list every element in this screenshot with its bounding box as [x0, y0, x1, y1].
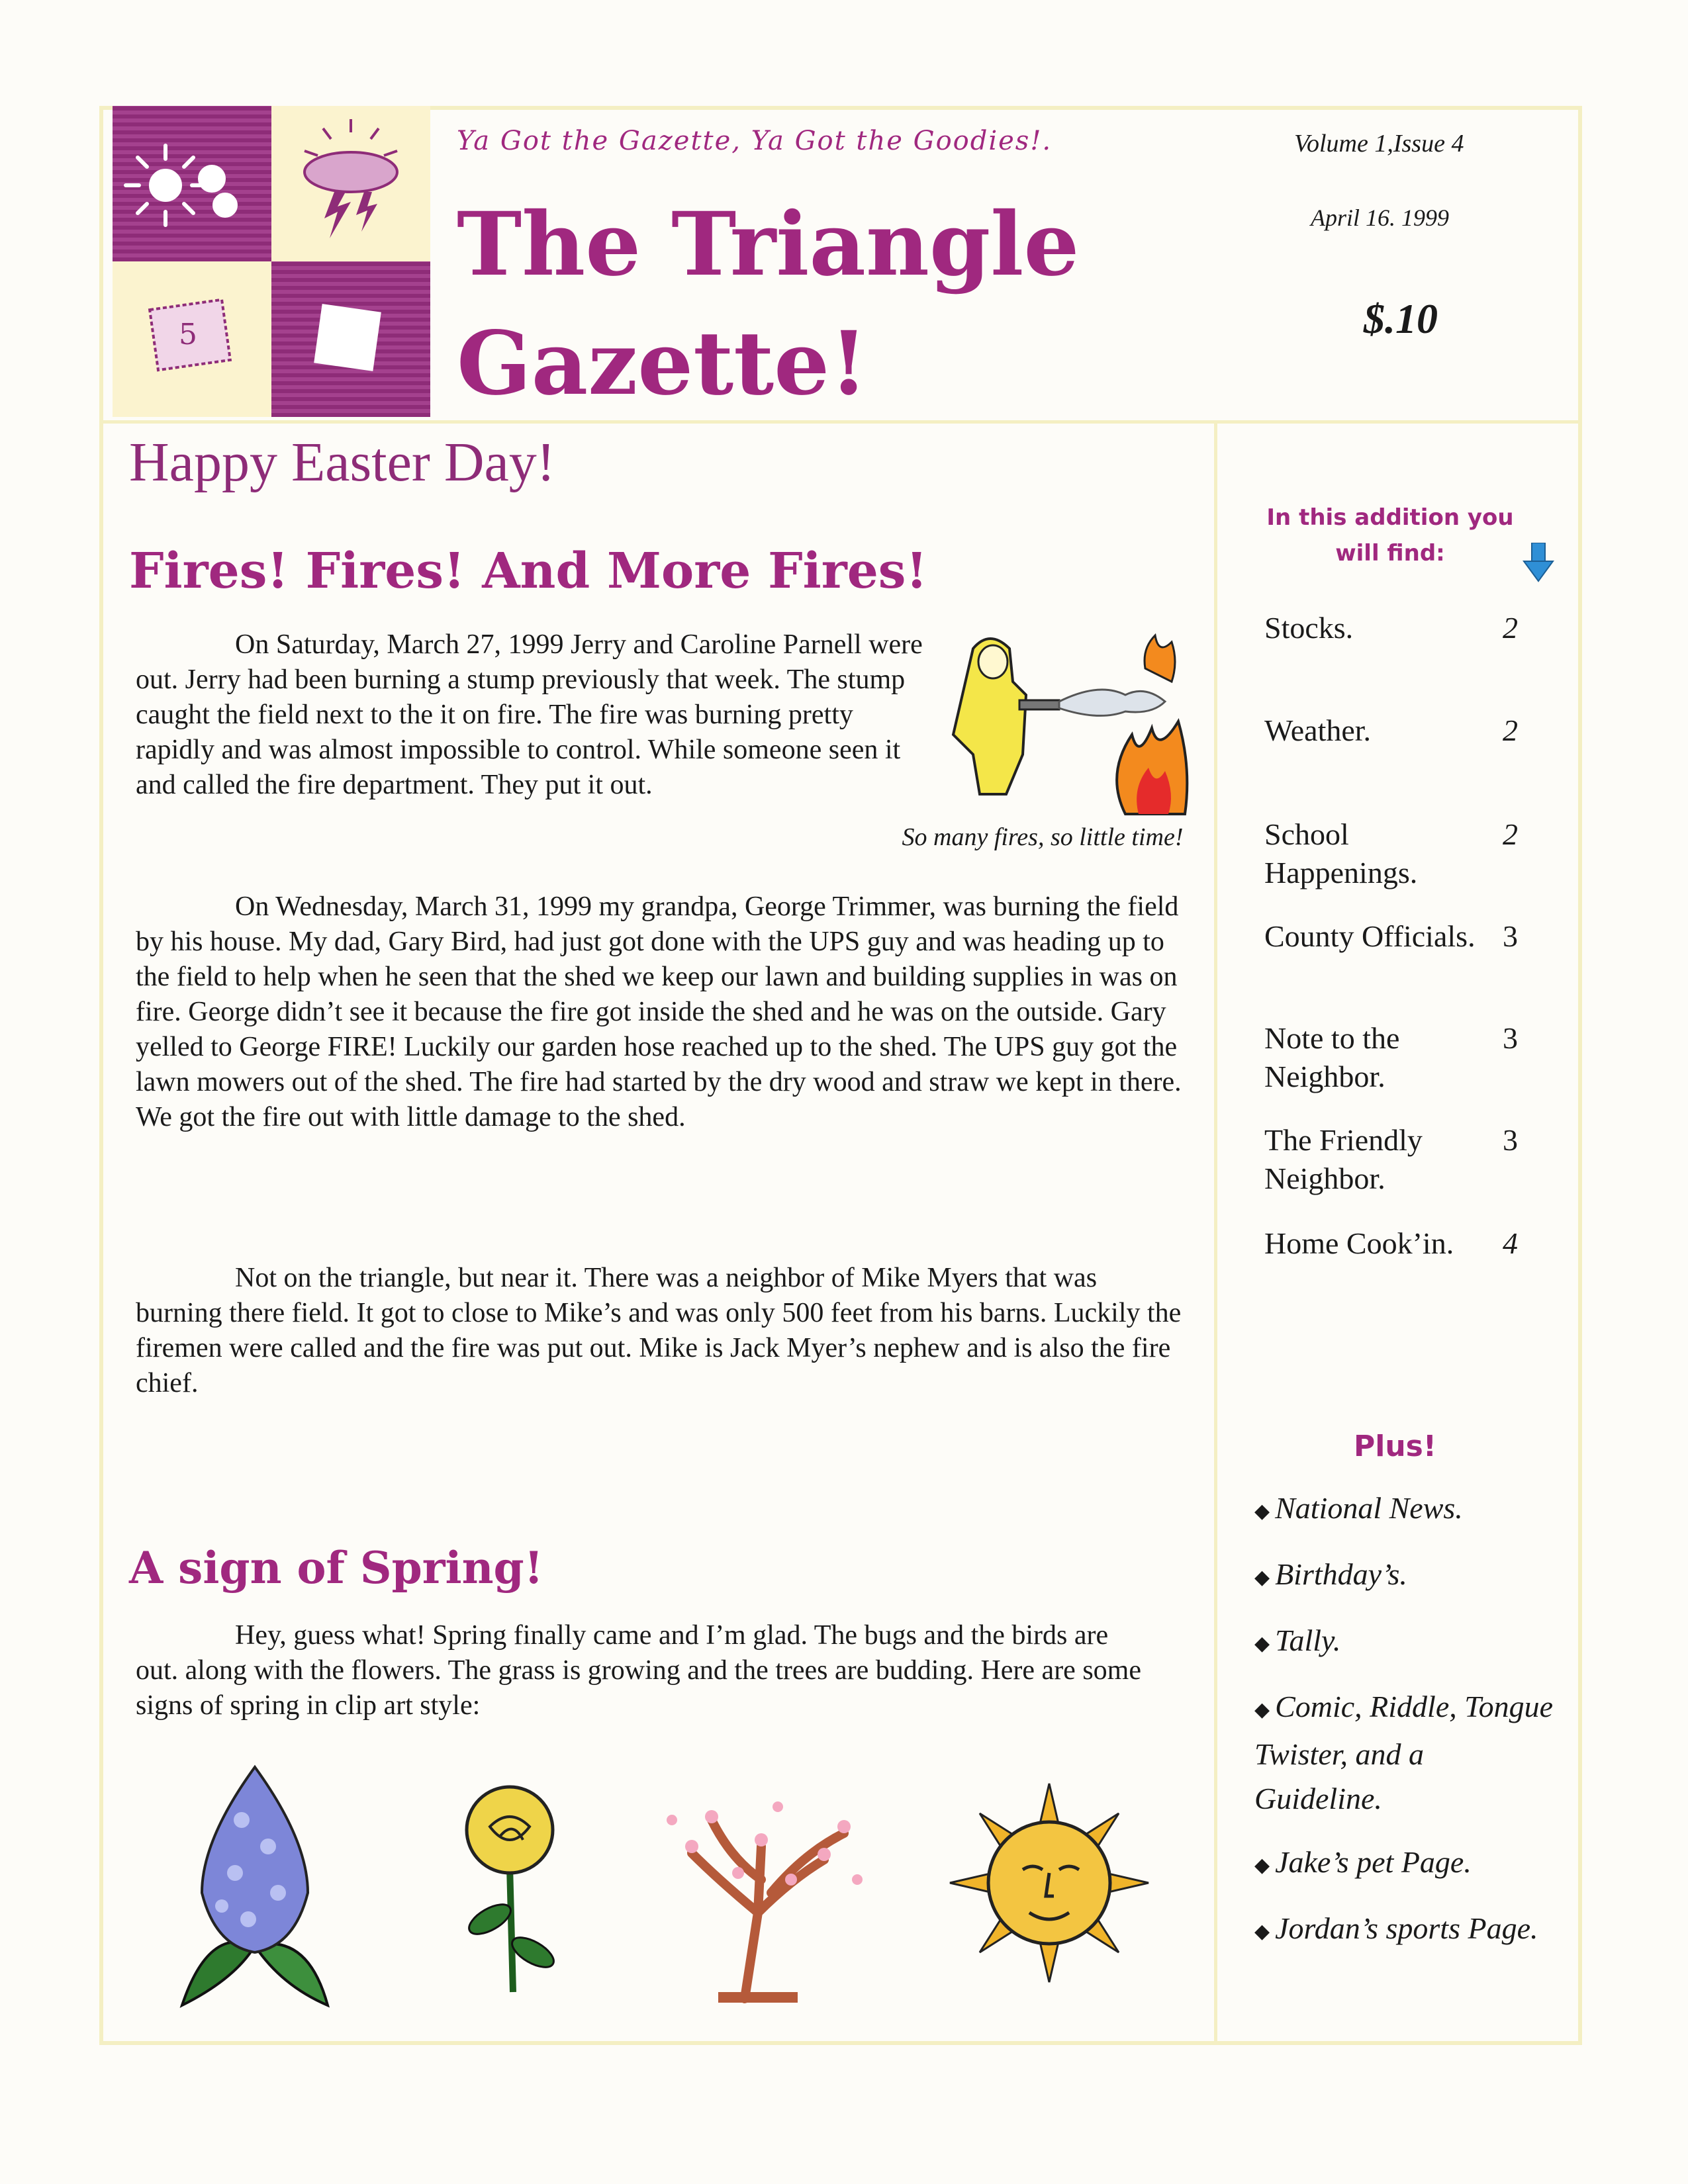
diamond-bullet-icon: ◆ [1254, 1500, 1270, 1522]
toc-item-label[interactable]: County Officials. [1264, 917, 1489, 956]
toc-item-page: 3 [1503, 1021, 1518, 1055]
blossom-tree-clip-art [667, 1801, 863, 2003]
logo-tile [271, 106, 430, 261]
contents-title: In this addition you will find: [1266, 504, 1514, 567]
article-headline: A sign of Spring! [129, 1542, 543, 1594]
article-headline: Fires! Fires! And More Fires! [129, 543, 927, 600]
plus-item: ◆ Jordan’s sports Page. [1254, 1906, 1559, 1954]
firefighter-hose-clip-art [951, 633, 1189, 815]
logo-square-mark [314, 304, 381, 371]
easter-greeting: Happy Easter Day! [129, 432, 555, 493]
plus-item-label: Jordan’s sports Page. [1275, 1911, 1538, 1945]
plus-item: ◆ Comic, Riddle, Tongue Twister, and a Gu… [1254, 1684, 1559, 1821]
diamond-bullet-icon: ◆ [1254, 1920, 1270, 1942]
toc-item-page: 3 [1503, 1123, 1518, 1157]
plus-title: Plus! [1354, 1430, 1436, 1463]
stamp-icon: 5 [148, 298, 232, 372]
newspaper-title: The Triangle Gazette! [457, 185, 1079, 424]
article-paragraph: Hey, guess what! Spring finally came and… [136, 1620, 1141, 1721]
tagline: Ya Got the Gazette, Ya Got the Goodies!. [457, 126, 1053, 156]
toc-item-label[interactable]: Stocks. [1264, 609, 1489, 647]
article-paragraph: On Saturday, March 27, 1999 Jerry and Ca… [136, 629, 923, 800]
sun-face-clip-art [949, 1783, 1149, 1983]
toc-item-page: 4 [1503, 1226, 1518, 1260]
diamond-bullet-icon: ◆ [1254, 1632, 1270, 1655]
volume-issue: Volume 1,Issue 4 [1294, 130, 1464, 158]
plus-item-label: Comic, Riddle, Tongue Twister, and a Gui… [1254, 1690, 1554, 1815]
toc-item-page: 3 [1503, 919, 1518, 953]
lightning-cloud-icon [303, 119, 399, 238]
toc-item-label[interactable]: School Happenings. [1264, 815, 1489, 892]
plus-item: ◆ Birthday’s. [1254, 1552, 1559, 1600]
title-line-1: The Triangle [457, 193, 1080, 296]
toc-item-label[interactable]: Weather. [1264, 711, 1489, 750]
price: $.10 [1364, 295, 1438, 342]
toc-item-label[interactable]: Note to the Neighbor. [1264, 1019, 1489, 1096]
diamond-bullet-icon: ◆ [1254, 1854, 1270, 1876]
article-paragraph: On Wednesday, March 31, 1999 my grandpa,… [136, 891, 1182, 1132]
article-paragraph: Not on the triangle, but near it. There … [136, 1263, 1182, 1398]
diamond-bullet-icon: ◆ [1254, 1698, 1270, 1721]
rose-clip-art [465, 1785, 555, 1993]
logo-tile [113, 106, 271, 261]
plus-item: ◆ Jake’s pet Page. [1254, 1840, 1559, 1888]
toc-item-page: 2 [1503, 713, 1518, 747]
toc-item-label[interactable]: Home Cook’in. [1264, 1224, 1489, 1263]
plus-item: ◆ National News. [1254, 1486, 1559, 1533]
logo-tile [271, 261, 430, 417]
sun-cloud-icon [124, 144, 238, 227]
image-caption: So many fires, so little time! [902, 823, 1184, 851]
plus-item-label: Jake’s pet Page. [1275, 1845, 1472, 1879]
logo-tile: 5 [113, 261, 271, 417]
plus-item: ◆ Tally. [1254, 1618, 1559, 1666]
toc-item-page: 2 [1503, 817, 1518, 851]
logo: 5 [113, 106, 430, 417]
down-arrow-icon [1523, 543, 1554, 582]
lilac-clip-art [179, 1764, 330, 2008]
issue-date: April 16. 1999 [1311, 205, 1450, 231]
plus-item-label: Tally. [1275, 1623, 1341, 1657]
svg-text:5: 5 [179, 318, 197, 351]
toc-item-label[interactable]: The Friendly Neighbor. [1264, 1121, 1489, 1198]
plus-item-label: National News. [1275, 1491, 1463, 1525]
sidebar-divider [1214, 424, 1217, 2045]
title-line-2: Gazette! [457, 312, 868, 415]
plus-item-label: Birthday’s. [1275, 1557, 1407, 1591]
diamond-bullet-icon: ◆ [1254, 1566, 1270, 1588]
toc-item-page: 2 [1503, 611, 1518, 645]
